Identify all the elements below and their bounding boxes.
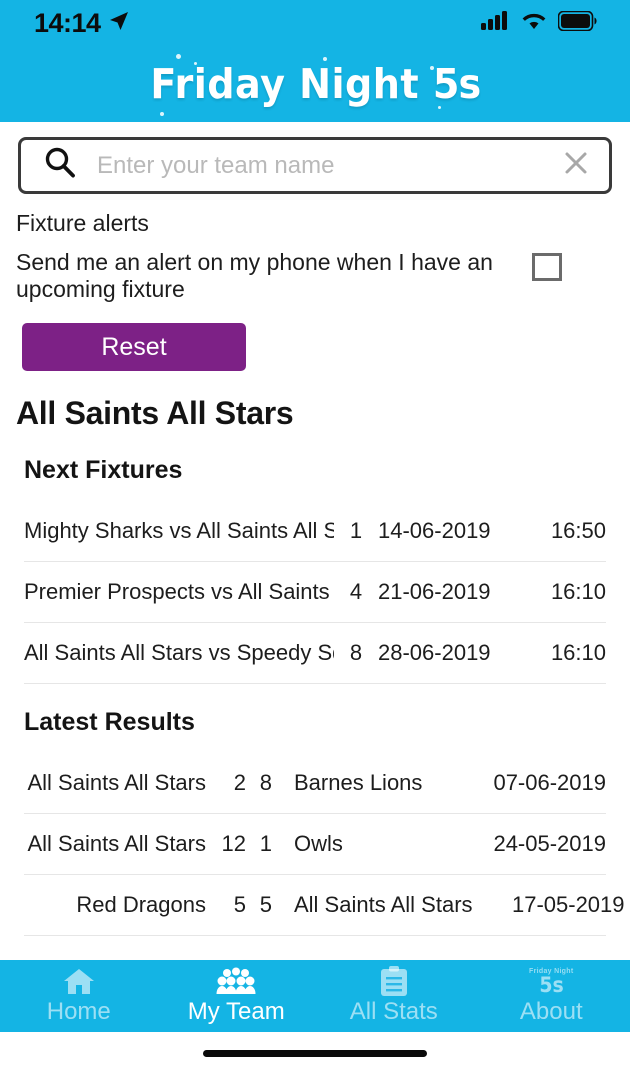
nav-item-all-stats[interactable]: All Stats	[315, 960, 473, 1032]
table-row[interactable]: All Saints All Stars vs Speedy Squirrels…	[24, 623, 606, 684]
fixture-time: 16:10	[550, 579, 606, 604]
app-logo: Friday Night 5s	[138, 54, 493, 116]
fixture-alert-checkbox[interactable]	[532, 253, 562, 281]
result-away-score: 8	[259, 770, 272, 795]
result-home-score: 2	[233, 770, 246, 795]
clipboard-list-icon	[380, 966, 408, 997]
result-home-team: All Saints All Stars	[27, 831, 206, 856]
fixture-date: 14-06-2019	[378, 518, 491, 543]
location-arrow-icon	[109, 11, 129, 36]
result-away-score: 1	[259, 831, 272, 856]
app-root: 14:14 Friday Night 5s Enter your team na…	[0, 0, 630, 1075]
table-row[interactable]: Red Dragons 5 5 All Saints All Stars 17-…	[24, 875, 625, 936]
nav-item-my-team[interactable]: My Team	[158, 960, 316, 1032]
app-logo-fives: 5s	[432, 60, 481, 108]
nav-label-home: Home	[46, 997, 111, 1025]
nav-label-my-team: My Team	[187, 997, 285, 1025]
latest-results-table: All Saints All Stars 2 8 Barnes Lions 07…	[24, 753, 625, 936]
search-icon	[43, 146, 77, 185]
app-logo-title: Friday Night	[150, 60, 419, 108]
result-home-score: 5	[233, 892, 246, 917]
table-row[interactable]: All Saints All Stars 2 8 Barnes Lions 07…	[24, 753, 606, 814]
sparkle-dot-icon	[159, 112, 164, 116]
bottom-navigation: Home My Team All Stats Friday Night 5s A…	[0, 960, 630, 1032]
search-input[interactable]	[97, 151, 561, 180]
result-date: 07-06-2019	[493, 770, 606, 795]
fixture-alert-description: Send me an alert on my phone when I have…	[16, 249, 493, 302]
nav-item-home[interactable]: Home	[0, 960, 158, 1032]
result-home-score: 12	[221, 831, 246, 856]
result-home-team: Red Dragons	[76, 892, 206, 917]
fixture-match: Premier Prospects vs All Saints All St..…	[24, 579, 334, 604]
result-home-team: All Saints All Stars	[27, 770, 206, 795]
status-bar-left: 14:14	[34, 8, 129, 39]
fixture-alerts-label: Fixture alerts	[16, 210, 149, 236]
people-group-icon	[216, 967, 256, 997]
fixture-match: Mighty Sharks vs All Saints All Stars	[24, 518, 334, 543]
next-fixtures-heading: Next Fixtures	[24, 456, 183, 484]
home-indicator	[203, 1050, 427, 1057]
fixture-pitch: 8	[349, 640, 363, 665]
nav-item-about[interactable]: Friday Night 5s About	[473, 960, 630, 1032]
table-row[interactable]: All Saints All Stars 12 1 Owls 24-05-201…	[24, 814, 606, 875]
about-logo-large-text: 5s	[539, 972, 564, 997]
fixture-date: 28-06-2019	[378, 640, 491, 665]
home-icon	[63, 967, 95, 997]
page-title: All Saints All Stars	[16, 395, 294, 431]
fixture-alert-toggle-row[interactable]: Send me an alert on my phone when I have…	[16, 249, 614, 303]
reset-button[interactable]: Reset	[22, 323, 246, 371]
result-date: 24-05-2019	[493, 831, 606, 856]
fixture-match: All Saints All Stars vs Speedy Squirrels	[24, 640, 334, 665]
battery-full-icon	[557, 10, 598, 36]
table-row[interactable]: Premier Prospects vs All Saints All St..…	[24, 562, 606, 623]
status-time: 14:14	[34, 7, 101, 38]
status-bar: 14:14	[0, 0, 630, 46]
wifi-icon	[521, 11, 547, 35]
result-away-team: All Saints All Stars	[294, 892, 473, 917]
next-fixtures-table: Mighty Sharks vs All Saints All Stars 1 …	[24, 501, 606, 684]
status-bar-right	[481, 10, 598, 36]
fixture-pitch: 4	[349, 579, 363, 604]
fixture-time: 16:50	[550, 518, 606, 543]
fixture-date: 21-06-2019	[378, 579, 491, 604]
nav-label-about: About	[519, 997, 583, 1025]
app-header: Friday Night 5s	[0, 46, 630, 122]
app-logo-text: Friday Night 5s	[150, 60, 481, 108]
main-content: Fixture alerts Send me an alert on my ph…	[0, 122, 630, 960]
nav-label-all-stats: All Stats	[349, 997, 438, 1025]
search-bar[interactable]	[18, 137, 612, 194]
sparkle-dot-icon	[175, 54, 181, 59]
fixture-pitch: 1	[349, 518, 363, 543]
fixture-time: 16:10	[550, 640, 606, 665]
result-away-team: Owls	[294, 831, 343, 856]
friday-night-5s-logo-icon: Friday Night 5s	[529, 967, 573, 997]
result-away-team: Barnes Lions	[294, 770, 423, 795]
result-away-score: 5	[259, 892, 272, 917]
close-icon[interactable]	[561, 148, 591, 183]
table-row[interactable]: Mighty Sharks vs All Saints All Stars 1 …	[24, 501, 606, 562]
result-date: 17-05-2019	[511, 892, 625, 917]
latest-results-heading: Latest Results	[24, 708, 195, 736]
cellular-signal-icon	[481, 11, 510, 35]
